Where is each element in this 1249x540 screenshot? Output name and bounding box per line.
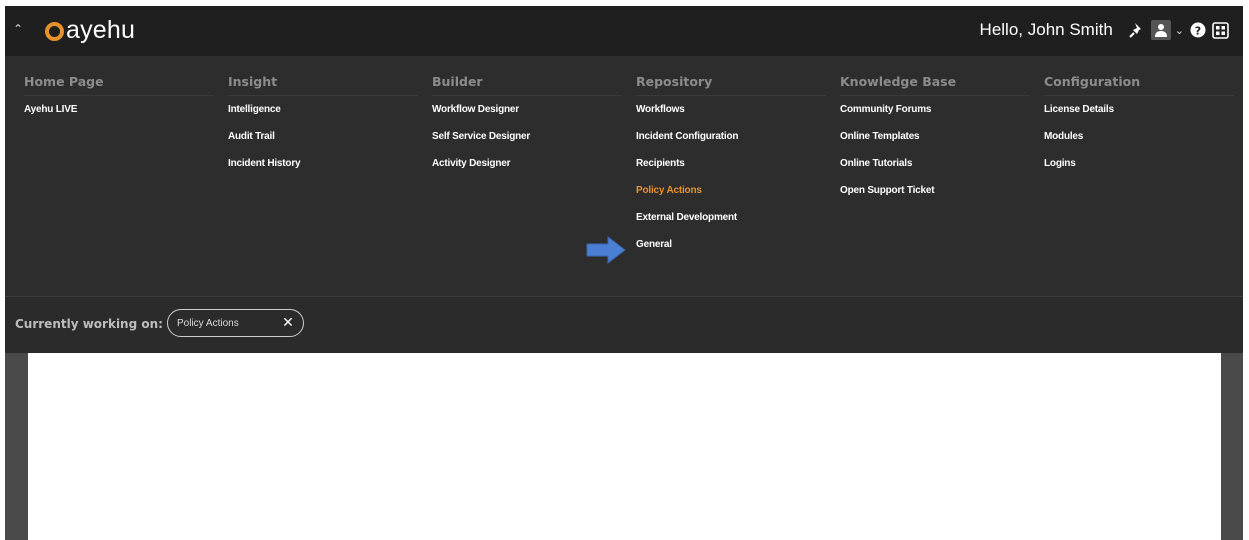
logo-mark-icon xyxy=(45,22,64,41)
mega-menu: Home Page Ayehu LIVE Insight Intelligenc… xyxy=(5,56,1243,296)
top-bar: ⌃ ayehu Hello, John Smith ⌄ ? xyxy=(5,6,1243,56)
menu-heading-configuration[interactable]: Configuration xyxy=(1044,74,1234,96)
menu-heading-home-page[interactable]: Home Page xyxy=(24,74,214,96)
content-panel xyxy=(28,353,1221,540)
menu-item-ayehu-live[interactable]: Ayehu LIVE xyxy=(24,104,214,131)
content-area xyxy=(5,353,1243,540)
menu-column-knowledge-base: Knowledge Base Community Forums Online T… xyxy=(840,74,1030,212)
menu-item-modules[interactable]: Modules xyxy=(1044,131,1234,158)
menu-item-online-tutorials[interactable]: Online Tutorials xyxy=(840,158,1030,185)
menu-heading-knowledge-base[interactable]: Knowledge Base xyxy=(840,74,1030,96)
menu-item-open-support-ticket[interactable]: Open Support Ticket xyxy=(840,185,1030,212)
menu-heading-insight[interactable]: Insight xyxy=(228,74,418,96)
menu-item-incident-history[interactable]: Incident History xyxy=(228,158,418,185)
menu-heading-repository[interactable]: Repository xyxy=(636,74,826,96)
menu-item-intelligence[interactable]: Intelligence xyxy=(228,104,418,131)
menu-column-configuration: Configuration License Details Modules Lo… xyxy=(1044,74,1234,185)
menu-item-workflow-designer[interactable]: Workflow Designer xyxy=(432,104,622,131)
grid-icon[interactable] xyxy=(1212,20,1229,40)
user-icon[interactable] xyxy=(1150,20,1171,40)
menu-item-recipients[interactable]: Recipients xyxy=(636,158,826,185)
menu-item-incident-configuration[interactable]: Incident Configuration xyxy=(636,131,826,158)
menu-column-home-page: Home Page Ayehu LIVE xyxy=(24,74,214,131)
user-area: Hello, John Smith ⌄ ? xyxy=(980,18,1229,42)
menu-item-audit-trail[interactable]: Audit Trail xyxy=(228,131,418,158)
svg-text:?: ? xyxy=(1195,25,1201,38)
menu-column-insight: Insight Intelligence Audit Trail Inciden… xyxy=(228,74,418,185)
chevron-up-icon[interactable]: ⌃ xyxy=(11,22,25,36)
menu-item-policy-actions[interactable]: Policy Actions xyxy=(636,185,826,212)
menu-item-community-forums[interactable]: Community Forums xyxy=(840,104,1030,131)
logo[interactable]: ayehu xyxy=(45,14,135,46)
close-icon[interactable]: ✕ xyxy=(279,316,297,330)
menu-column-builder: Builder Workflow Designer Self Service D… xyxy=(432,74,622,185)
help-icon[interactable]: ? xyxy=(1190,20,1206,40)
chip-label[interactable]: Policy Actions xyxy=(177,318,279,329)
menu-item-license-details[interactable]: License Details xyxy=(1044,104,1234,131)
menu-item-workflows[interactable]: Workflows xyxy=(636,104,826,131)
pin-icon[interactable] xyxy=(1129,20,1145,40)
working-on-chip[interactable]: Policy Actions ✕ xyxy=(167,309,304,337)
menu-item-online-templates[interactable]: Online Templates xyxy=(840,131,1030,158)
menu-item-activity-designer[interactable]: Activity Designer xyxy=(432,158,622,185)
menu-item-external-development[interactable]: External Development xyxy=(636,212,826,239)
menu-column-repository: Repository Workflows Incident Configurat… xyxy=(636,74,826,266)
working-on-bar: Currently working on: Policy Actions ✕ xyxy=(5,297,1243,353)
menu-item-general[interactable]: General xyxy=(636,239,826,266)
arrow-right-icon xyxy=(586,236,626,264)
menu-item-self-service-designer[interactable]: Self Service Designer xyxy=(432,131,622,158)
menu-item-logins[interactable]: Logins xyxy=(1044,158,1234,185)
working-on-label: Currently working on: xyxy=(15,317,163,331)
chevron-down-icon[interactable]: ⌄ xyxy=(1175,24,1184,37)
user-greeting: Hello, John Smith xyxy=(979,20,1113,39)
app-frame: ⌃ ayehu Hello, John Smith ⌄ ? Home Page … xyxy=(5,6,1243,540)
menu-heading-builder[interactable]: Builder xyxy=(432,74,622,96)
brand-name: ayehu xyxy=(66,15,136,44)
